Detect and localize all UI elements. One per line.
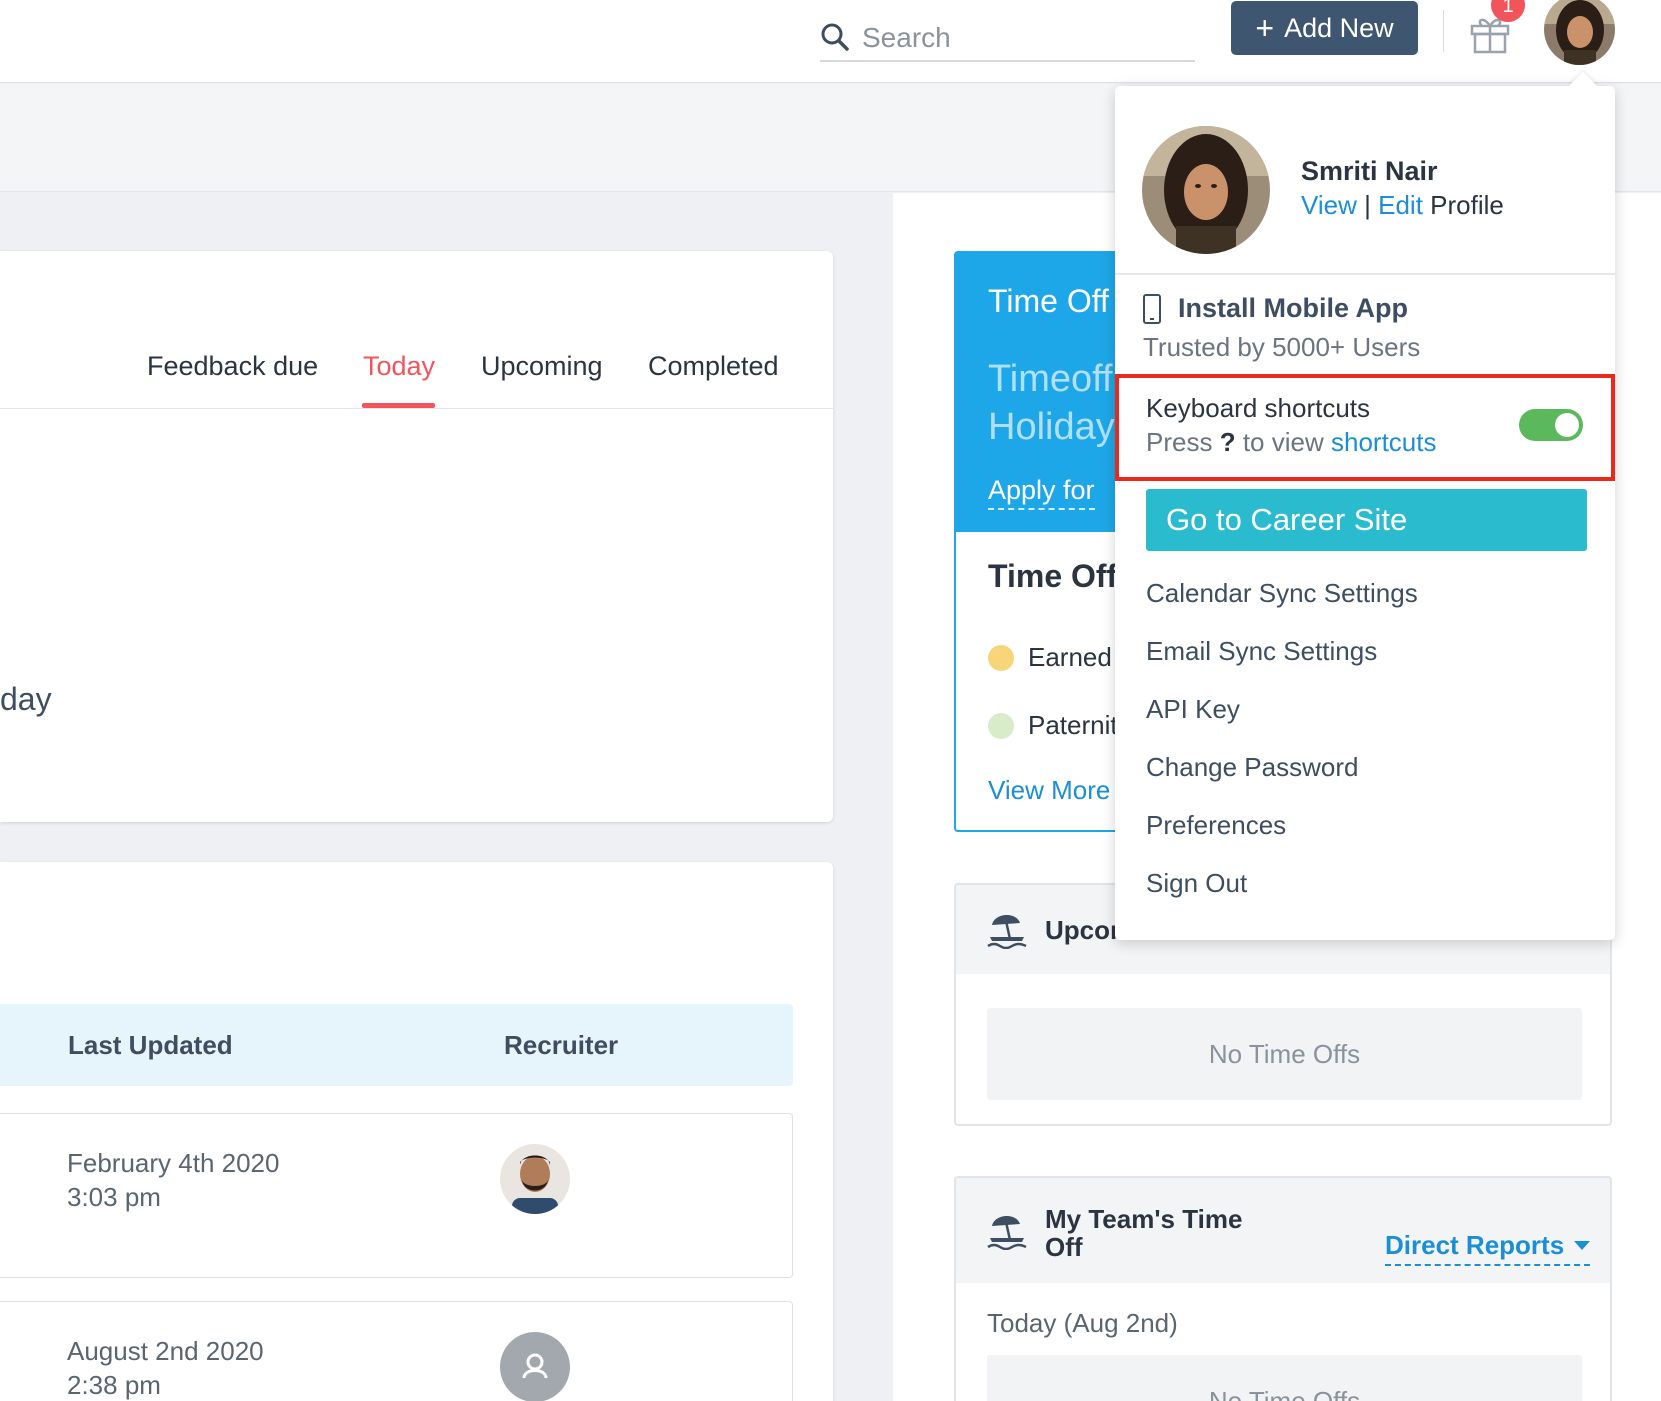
keyboard-shortcuts-hint: Press ? to view shortcuts (1146, 427, 1436, 458)
column-last-updated[interactable]: Last Updated (68, 1030, 233, 1061)
profile-word: Profile (1430, 190, 1504, 220)
trusted-by-text: Trusted by 5000+ Users (1143, 332, 1421, 362)
time-off-title: Time Off (988, 283, 1109, 319)
view-profile-link[interactable]: View (1301, 190, 1357, 220)
search-icon (821, 23, 849, 51)
title-line: Off (1045, 1232, 1083, 1262)
tab-feedback-due[interactable]: Feedback due (147, 351, 318, 382)
summary-line: Holiday (988, 406, 1115, 448)
hint-text: Press (1146, 427, 1213, 457)
time-off-summary: Timeoff Holiday (988, 355, 1115, 451)
legend-item: Earned (988, 642, 1112, 673)
profile-name: Smriti Nair (1301, 156, 1438, 186)
recruiter-avatar[interactable] (500, 1144, 570, 1214)
career-site-button[interactable]: Go to Career Site (1146, 489, 1587, 551)
avatar-photo-icon (1142, 126, 1270, 254)
menu-item-api-key[interactable]: API Key (1146, 694, 1240, 725)
empty-state-text: day (0, 681, 52, 717)
today-label: Today (Aug 2nd) (987, 1308, 1178, 1338)
menu-item-email-sync[interactable]: Email Sync Settings (1146, 636, 1377, 667)
summary-line: Timeoff (988, 358, 1113, 400)
legend-label: Paternit (1028, 710, 1118, 740)
menu-item-sign-out[interactable]: Sign Out (1146, 868, 1247, 899)
menu-item-calendar-sync[interactable]: Calendar Sync Settings (1146, 578, 1418, 609)
time-text: 3:03 pm (67, 1182, 161, 1212)
tab-bar: Feedback due Today Upcoming Completed (0, 251, 833, 409)
candidates-card: Last Updated Recruiter February 4th 2020… (0, 862, 833, 1401)
avatar-photo-icon (1544, 0, 1615, 65)
install-mobile-app-link[interactable]: Install Mobile App (1178, 293, 1408, 324)
time-text: 2:38 pm (67, 1370, 161, 1400)
divider (1115, 273, 1615, 275)
profile-avatar[interactable] (1142, 126, 1270, 254)
search-placeholder[interactable]: Search (862, 22, 951, 54)
add-new-label: Add New (1284, 12, 1394, 43)
date-text: August 2nd 2020 (67, 1336, 264, 1366)
menu-item-preferences[interactable]: Preferences (1146, 810, 1286, 841)
add-new-button[interactable]: + Add New (1231, 1, 1418, 55)
legend-item: Paternit (988, 710, 1118, 741)
tab-upcoming[interactable]: Upcoming (481, 351, 603, 382)
legend-dot-icon (988, 712, 1014, 739)
direct-reports-dropdown[interactable]: Direct Reports (1385, 1230, 1591, 1266)
interviews-card: Feedback due Today Upcoming Completed da… (0, 251, 833, 822)
beach-umbrella-icon (987, 914, 1027, 949)
table-row[interactable]: February 4th 2020 3:03 pm (0, 1113, 793, 1278)
mobile-phone-icon (1143, 294, 1161, 324)
plus-icon: + (1255, 10, 1275, 46)
empty-state: No Time Offs (987, 1008, 1582, 1100)
table-header: Last Updated Recruiter (0, 1004, 793, 1086)
dropdown-label: Direct Reports (1385, 1230, 1565, 1260)
title-line: My Team's Time (1045, 1204, 1243, 1234)
beach-umbrella-icon (987, 1215, 1027, 1250)
shortcut-key: ? (1219, 427, 1236, 457)
date-text: February 4th 2020 (67, 1148, 280, 1178)
toggle-knob (1555, 413, 1579, 437)
menu-item-change-password[interactable]: Change Password (1146, 752, 1358, 783)
profile-links: View | Edit Profile (1301, 190, 1504, 221)
panel-title: My Team's Time Off (1045, 1205, 1242, 1261)
legend-dot-icon (988, 644, 1014, 671)
table-row[interactable]: August 2nd 2020 2:38 pm (0, 1301, 793, 1401)
empty-state: No Time Offs (987, 1355, 1582, 1401)
hint-text: to view (1242, 427, 1324, 457)
team-time-off-panel: My Team's Time Off Direct Reports Today … (954, 1176, 1612, 1401)
avatar-photo-icon (500, 1144, 570, 1214)
divider (1443, 10, 1444, 52)
apply-time-off-link[interactable]: Apply for (988, 475, 1095, 510)
time-off-subtitle: Time Off (988, 558, 1118, 594)
recruiter-avatar[interactable] (500, 1332, 570, 1401)
view-shortcuts-link[interactable]: shortcuts (1331, 427, 1437, 457)
user-placeholder-icon (522, 1353, 548, 1379)
user-avatar[interactable] (1544, 0, 1615, 65)
view-more-link[interactable]: View More (988, 775, 1110, 806)
column-recruiter[interactable]: Recruiter (504, 1030, 618, 1061)
link-separator: | (1364, 190, 1371, 220)
legend-label: Earned (1028, 642, 1112, 672)
tab-completed[interactable]: Completed (648, 351, 779, 382)
edit-profile-link[interactable]: Edit (1378, 190, 1423, 220)
search-box[interactable]: Search (820, 10, 1195, 62)
panel-header: My Team's Time Off Direct Reports (956, 1178, 1610, 1283)
last-updated-cell: February 4th 2020 3:03 pm (67, 1146, 279, 1214)
last-updated-cell: August 2nd 2020 2:38 pm (67, 1334, 264, 1401)
keyboard-shortcuts-title: Keyboard shortcuts (1146, 393, 1371, 423)
keyboard-shortcuts-toggle[interactable] (1519, 409, 1583, 441)
tab-today[interactable]: Today (363, 351, 435, 382)
chevron-down-icon (1574, 1241, 1591, 1250)
active-tab-indicator (362, 403, 435, 408)
panel-title: Upcoı (1045, 915, 1118, 945)
top-bar: Search + Add New 1 (0, 0, 1661, 83)
